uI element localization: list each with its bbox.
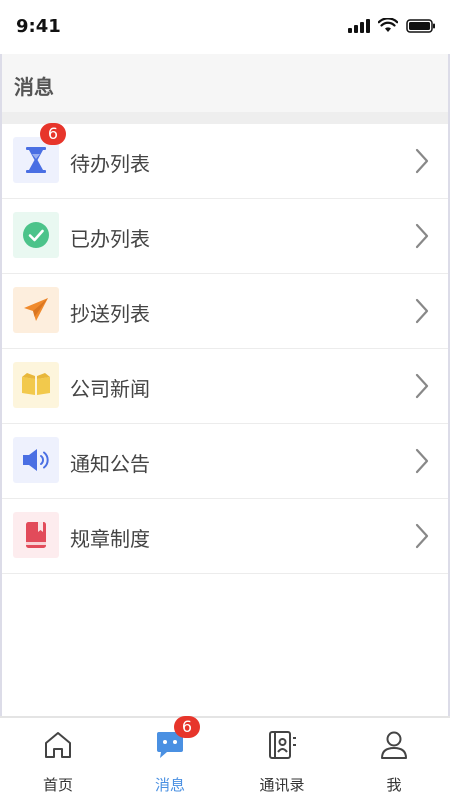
list-item-news[interactable]: 公司新闻 bbox=[0, 349, 450, 424]
bottom-tab-bar: 首页 6 消息 通讯录 我 bbox=[0, 716, 450, 802]
page-header: 消息 bbox=[0, 54, 450, 113]
tab-label: 消息 bbox=[154, 776, 185, 794]
signal-icon bbox=[348, 18, 370, 33]
todo-count-badge: 6 bbox=[40, 123, 66, 145]
open-book-icon bbox=[13, 362, 59, 408]
tab-home[interactable]: 首页 bbox=[2, 718, 114, 802]
chevron-right-icon bbox=[415, 223, 429, 249]
tab-me[interactable]: 我 bbox=[338, 718, 450, 802]
frame-edge-left bbox=[0, 54, 2, 800]
tab-messages[interactable]: 6 消息 bbox=[114, 716, 226, 802]
tab-label: 首页 bbox=[42, 776, 73, 794]
status-icons bbox=[348, 18, 436, 33]
chevron-right-icon bbox=[415, 373, 429, 399]
list-item-label: 公司新闻 bbox=[70, 377, 150, 401]
list-item-label: 待办列表 bbox=[70, 152, 150, 176]
tab-label: 通讯录 bbox=[259, 776, 305, 794]
battery-icon bbox=[406, 18, 435, 33]
list-item-label: 规章制度 bbox=[70, 527, 150, 551]
chevron-right-icon bbox=[415, 448, 429, 474]
chevron-right-icon bbox=[415, 523, 429, 549]
list-item-label: 已办列表 bbox=[70, 227, 150, 251]
list-item-done[interactable]: 已办列表 bbox=[0, 199, 450, 274]
list-item-label: 通知公告 bbox=[70, 452, 150, 476]
wifi-icon bbox=[378, 18, 398, 32]
user-icon bbox=[381, 731, 407, 759]
list-item-label: 抄送列表 bbox=[70, 302, 150, 326]
list-item-todo[interactable]: 6 待办列表 bbox=[0, 123, 450, 199]
chevron-right-icon bbox=[415, 298, 429, 324]
speaker-icon bbox=[13, 437, 59, 483]
messages-count-badge: 6 bbox=[174, 716, 200, 738]
tab-contacts[interactable]: 通讯录 bbox=[226, 718, 338, 802]
status-time: 9:41 bbox=[16, 16, 61, 37]
book-icon bbox=[13, 512, 59, 558]
section-gap bbox=[0, 112, 450, 124]
status-bar: 9:41 bbox=[0, 0, 450, 54]
list-item-notice[interactable]: 通知公告 bbox=[0, 424, 450, 499]
message-list: 6 待办列表 已办列表 抄送列表 公司新闻 通知公告 规章制度 bbox=[0, 123, 450, 574]
list-item-cc[interactable]: 抄送列表 bbox=[0, 274, 450, 349]
list-item-rules[interactable]: 规章制度 bbox=[0, 499, 450, 574]
check-circle-icon bbox=[13, 212, 59, 258]
home-icon bbox=[45, 732, 71, 758]
chevron-right-icon bbox=[415, 148, 429, 174]
paper-plane-icon bbox=[13, 287, 59, 333]
tab-label: 我 bbox=[386, 776, 402, 794]
page-title: 消息 bbox=[14, 75, 54, 99]
address-book-icon bbox=[269, 731, 296, 759]
